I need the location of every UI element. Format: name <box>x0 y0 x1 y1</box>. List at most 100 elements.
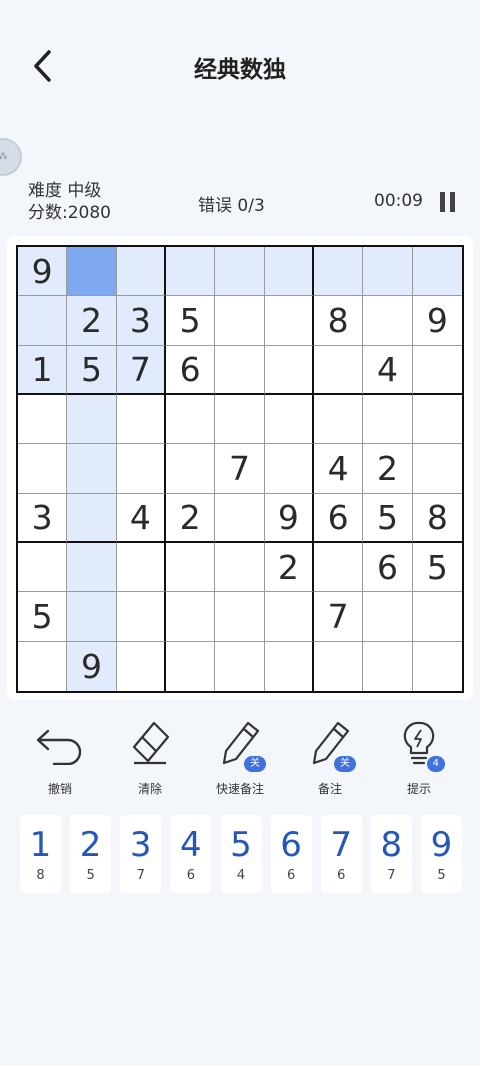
cell-r5-c5[interactable]: 7 <box>215 444 265 494</box>
cell-r6-c4[interactable]: 2 <box>165 493 216 543</box>
cell-r6-c6[interactable]: 9 <box>264 493 314 543</box>
cell-r9-c7[interactable] <box>313 641 364 691</box>
cell-r7-c1[interactable] <box>18 542 68 593</box>
cell-r4-c8[interactable] <box>363 394 413 445</box>
cell-r6-c5[interactable] <box>215 493 265 543</box>
cell-r5-c2[interactable] <box>67 444 117 494</box>
cell-r2-c6[interactable] <box>264 296 314 346</box>
cell-r5-c8[interactable]: 2 <box>363 444 413 494</box>
cell-r3-c2[interactable]: 5 <box>67 345 117 395</box>
cell-r6-c3[interactable]: 4 <box>116 493 166 543</box>
cell-r3-c6[interactable] <box>264 345 314 395</box>
pause-button[interactable] <box>440 192 458 212</box>
cell-r3-c5[interactable] <box>215 345 265 395</box>
cell-r3-c4[interactable]: 6 <box>165 345 216 395</box>
cell-r2-c4[interactable]: 5 <box>165 296 216 346</box>
cell-r4-c4[interactable] <box>165 394 216 445</box>
cell-r8-c2[interactable] <box>67 592 117 642</box>
cell-r8-c6[interactable] <box>264 592 314 642</box>
cell-r2-c7[interactable]: 8 <box>313 296 364 346</box>
cell-r7-c3[interactable] <box>116 542 166 593</box>
cell-r4-c7[interactable] <box>313 394 364 445</box>
cell-r1-c5[interactable] <box>215 247 265 297</box>
cell-r9-c4[interactable] <box>165 641 216 691</box>
cell-r1-c8[interactable] <box>363 247 413 297</box>
cell-r6-c8[interactable]: 5 <box>363 493 413 543</box>
cell-r2-c8[interactable] <box>363 296 413 346</box>
cell-r8-c3[interactable] <box>116 592 166 642</box>
cell-r7-c5[interactable] <box>215 542 265 593</box>
cell-r1-c9[interactable] <box>412 247 462 297</box>
cell-r2-c3[interactable]: 3 <box>116 296 166 346</box>
cell-r5-c7[interactable]: 4 <box>313 444 364 494</box>
cell-r6-c7[interactable]: 6 <box>313 493 364 543</box>
cell-r5-c4[interactable] <box>165 444 216 494</box>
cell-r9-c6[interactable] <box>264 641 314 691</box>
number-key-8[interactable]: 87 <box>370 815 412 893</box>
cell-r9-c5[interactable] <box>215 641 265 691</box>
number-key-5[interactable]: 54 <box>220 815 262 893</box>
cell-r3-c3[interactable]: 7 <box>116 345 166 395</box>
cell-r1-c1[interactable]: 9 <box>18 247 68 297</box>
number-key-1[interactable]: 18 <box>20 815 61 893</box>
number-key-2[interactable]: 25 <box>70 815 112 893</box>
cell-r5-c3[interactable] <box>116 444 166 494</box>
cell-r2-c5[interactable] <box>215 296 265 346</box>
cell-r7-c6[interactable]: 2 <box>264 542 314 593</box>
cell-r1-c2[interactable] <box>67 247 117 297</box>
cell-r5-c1[interactable] <box>18 444 68 494</box>
cell-r2-c1[interactable] <box>18 296 68 346</box>
cell-r7-c9[interactable]: 5 <box>412 542 462 593</box>
cell-r1-c3[interactable] <box>116 247 166 297</box>
cell-r8-c1[interactable]: 5 <box>18 592 68 642</box>
cell-r3-c7[interactable] <box>313 345 364 395</box>
number-key-6[interactable]: 66 <box>270 815 312 893</box>
cell-r9-c8[interactable] <box>363 641 413 691</box>
cell-r3-c8[interactable]: 4 <box>363 345 413 395</box>
cell-r8-c4[interactable] <box>165 592 216 642</box>
tool-label: 提示 <box>406 782 431 796</box>
cell-r8-c7[interactable]: 7 <box>313 592 364 642</box>
cell-r5-c6[interactable] <box>264 444 314 494</box>
cell-r4-c5[interactable] <box>215 394 265 445</box>
cell-r8-c9[interactable] <box>412 592 462 642</box>
cell-r4-c3[interactable] <box>116 394 166 445</box>
cell-r9-c1[interactable] <box>18 641 68 691</box>
cell-r9-c2[interactable]: 9 <box>67 641 117 691</box>
cell-r7-c8[interactable]: 6 <box>363 542 413 593</box>
cell-r7-c2[interactable] <box>67 542 117 593</box>
cell-r2-c2[interactable]: 2 <box>67 296 117 346</box>
tool-icon-wrap: 关 <box>200 718 280 772</box>
cell-r7-c4[interactable] <box>165 542 216 593</box>
clear-button[interactable]: 清除 <box>110 718 190 797</box>
number-key-4[interactable]: 46 <box>170 815 212 893</box>
cell-r1-c7[interactable] <box>313 247 364 297</box>
number-key-3[interactable]: 37 <box>120 815 162 893</box>
cell-r1-c6[interactable] <box>264 247 314 297</box>
cell-r3-c1[interactable]: 1 <box>18 345 68 395</box>
cell-r4-c6[interactable] <box>264 394 314 445</box>
notes-button[interactable]: 关备注 <box>290 718 370 797</box>
score-label: 分数:2080 <box>28 203 111 223</box>
cell-r6-c2[interactable] <box>67 493 117 543</box>
cell-r4-c9[interactable] <box>412 394 462 445</box>
cell-r7-c7[interactable] <box>313 542 364 593</box>
undo-button[interactable]: 撤销 <box>20 718 100 797</box>
cell-r9-c9[interactable] <box>412 641 462 691</box>
cell-r3-c9[interactable] <box>412 345 462 395</box>
cell-r4-c1[interactable] <box>18 394 68 445</box>
cell-r6-c9[interactable]: 8 <box>412 493 462 543</box>
quick-notes-button[interactable]: 关快速备注 <box>200 718 280 797</box>
cell-r1-c4[interactable] <box>165 247 216 297</box>
cell-r8-c5[interactable] <box>215 592 265 642</box>
cell-r2-c9[interactable]: 9 <box>412 296 462 346</box>
floating-assist-ball[interactable]: ⁂ <box>0 138 22 176</box>
hint-button[interactable]: 4 提示 <box>379 718 459 797</box>
cell-r5-c9[interactable] <box>412 444 462 494</box>
cell-r8-c8[interactable] <box>363 592 413 642</box>
cell-r4-c2[interactable] <box>67 394 117 445</box>
number-key-9[interactable]: 95 <box>421 815 462 893</box>
cell-r6-c1[interactable]: 3 <box>18 493 68 543</box>
cell-r9-c3[interactable] <box>116 641 166 691</box>
number-key-7[interactable]: 76 <box>320 815 362 893</box>
